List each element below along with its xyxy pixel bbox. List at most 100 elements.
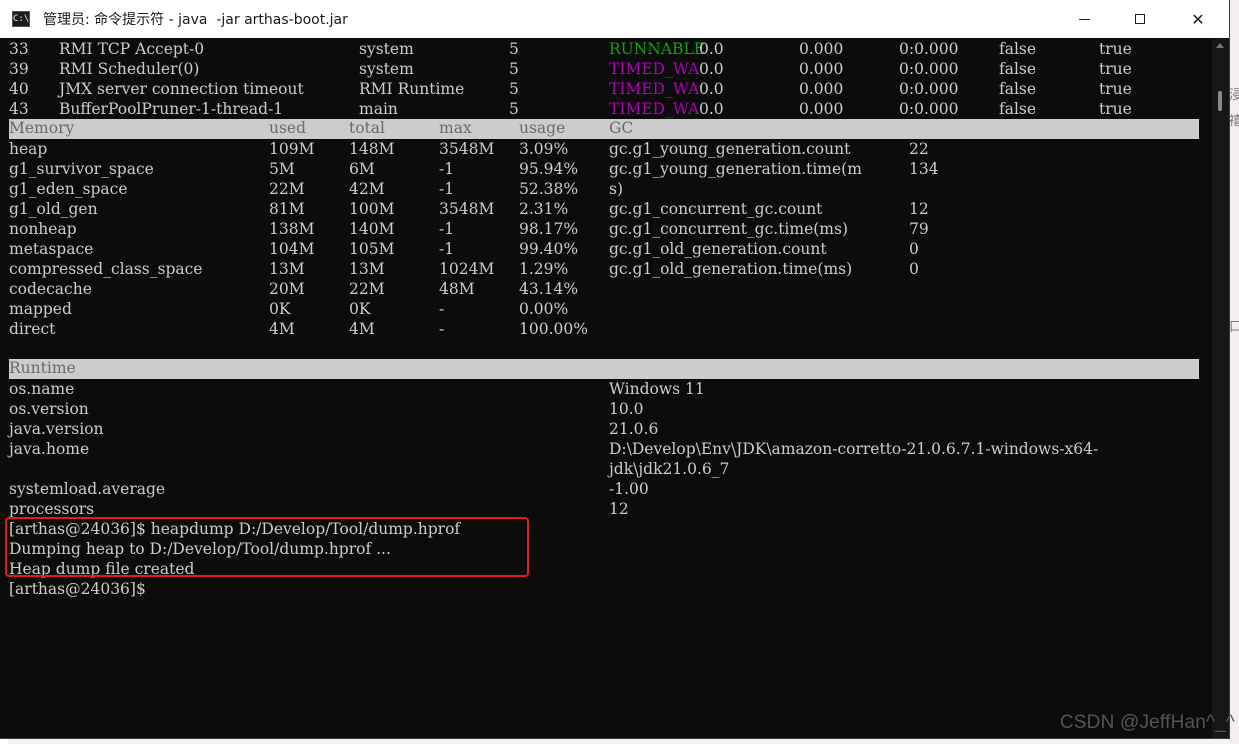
thread-state: TIMED_WA [609,80,700,98]
runtime-value: jdk\jdk21.0.6_7 [609,460,730,478]
runtime-value: D:\Develop\Env\JDK\amazon-corretto-21.0.… [609,440,1099,458]
memory-header-name: Memory [9,119,75,137]
thread-id: 39 [9,60,29,78]
thread-state: TIMED_WA [609,100,700,118]
memory-gc-value: 134 [909,160,939,178]
thread-daemon: true [1099,100,1132,118]
memory-gc-value: 0 [909,260,919,278]
thread-delta: 0.000 [799,40,844,58]
memory-total: 148M [349,140,395,158]
runtime-key: processors [9,500,95,518]
thread-time: 0:0.000 [899,100,959,118]
memory-used: 109M [269,140,315,158]
memory-usage: 98.17% [519,220,579,238]
runtime-value: 10.0 [609,400,644,418]
memory-usage: 0.00% [519,300,569,318]
title-bar[interactable]: C:\ 管理员: 命令提示符 - java -jar arthas-boot.j… [0,0,1229,38]
memory-used: 4M [269,320,295,338]
memory-name: compressed_class_space [9,260,203,278]
runtime-key: java.home [9,440,90,458]
memory-total: 140M [349,220,395,238]
memory-header-gc: GC [609,119,634,137]
watermark: CSDN @JeffHan^_^ [1059,712,1235,733]
terminal-output[interactable]: 33 RMI TCP Accept-0 system 5 RUNNABLE 0.0 0.00… [9,39,1200,738]
runtime-value: Windows 11 [609,380,705,398]
cmd-window[interactable]: C:\ 管理员: 命令提示符 - java -jar arthas-boot.j… [0,0,1230,739]
thread-delta: 0.000 [799,80,844,98]
minimize-icon [1078,18,1090,20]
memory-total: 105M [349,240,395,258]
close-button[interactable]: ✕ [1175,0,1221,38]
memory-used: 81M [269,200,305,218]
memory-max: 1024M [439,260,495,278]
memory-gc-value: 12 [909,200,929,218]
thread-daemon: true [1099,40,1132,58]
thread-cpu: 0.0 [699,40,724,58]
memory-name: mapped [9,300,72,318]
close-icon: ✕ [1191,9,1205,29]
memory-total: 100M [349,200,395,218]
cmd-app-icon[interactable]: C:\ [12,11,30,27]
minimize-button[interactable] [1061,0,1107,38]
memory-used: 0K [269,300,291,318]
memory-max: 3548M [439,200,495,218]
thread-priority: 5 [509,40,519,58]
runtime-key: java.version [9,420,104,438]
memory-header-bar: Memory used total max usage GC [9,119,1199,139]
runtime-key: systemload.average [9,480,166,498]
memory-gc-name: gc.g1_young_generation.time(m [609,160,862,178]
memory-used: 22M [269,180,305,198]
memory-max: -1 [439,180,455,198]
memory-gc-name: gc.g1_concurrent_gc.time(ms) [609,220,849,238]
memory-max: -1 [439,160,455,178]
console-prompt: [arthas@24036]$ [9,580,146,598]
thread-state: TIMED_WA [609,60,700,78]
runtime-header: Runtime [9,359,76,377]
memory-gc-value: 22 [909,140,929,158]
memory-usage: 95.94% [519,160,579,178]
thread-id: 43 [9,100,29,118]
memory-name: direct [9,320,56,338]
runtime-key: os.version [9,400,89,418]
memory-name: nonheap [9,220,77,238]
memory-usage: 99.40% [519,240,579,258]
memory-gc-name: s) [609,180,624,198]
memory-gc-name: gc.g1_old_generation.count [609,240,827,258]
runtime-value: 21.0.6 [609,420,659,438]
memory-total: 13M [349,260,385,278]
thread-group: system [359,40,414,58]
thread-interrupted: false [999,60,1037,78]
memory-gc-value: 79 [909,220,929,238]
memory-gc-name: gc.g1_old_generation.time(ms) [609,260,853,278]
scroll-thumb[interactable] [1218,91,1222,111]
thread-time: 0:0.000 [899,40,959,58]
red-highlight-box [5,517,529,577]
thread-id: 40 [9,80,29,98]
maximize-icon [1135,14,1145,24]
memory-header-total: total [349,119,385,137]
memory-total: 0K [349,300,371,318]
thread-delta: 0.000 [799,60,844,78]
background-text-fragment: 禧 [1229,113,1239,128]
scrollbar[interactable] [1212,39,1229,738]
thread-daemon: true [1099,80,1132,98]
scroll-up-icon[interactable] [1216,43,1224,48]
background-text-fragment: 口 [1229,319,1239,334]
memory-used: 138M [269,220,315,238]
runtime-key: os.name [9,380,75,398]
memory-total: 22M [349,280,385,298]
memory-usage: 43.14% [519,280,579,298]
memory-name: codecache [9,280,92,298]
thread-name: RMI TCP Accept-0 [59,40,205,58]
memory-gc-name: gc.g1_young_generation.count [609,140,851,158]
maximize-button[interactable] [1117,0,1163,38]
runtime-value: 12 [609,500,629,518]
memory-usage: 100.00% [519,320,588,338]
thread-group: RMI Runtime [359,80,465,98]
thread-name: BufferPoolPruner-1-thread-1 [59,100,284,118]
memory-max: 3548M [439,140,495,158]
thread-name: RMI Scheduler(0) [59,60,200,78]
memory-usage: 52.38% [519,180,579,198]
thread-cpu: 0.0 [699,60,724,78]
memory-name: metaspace [9,240,94,258]
